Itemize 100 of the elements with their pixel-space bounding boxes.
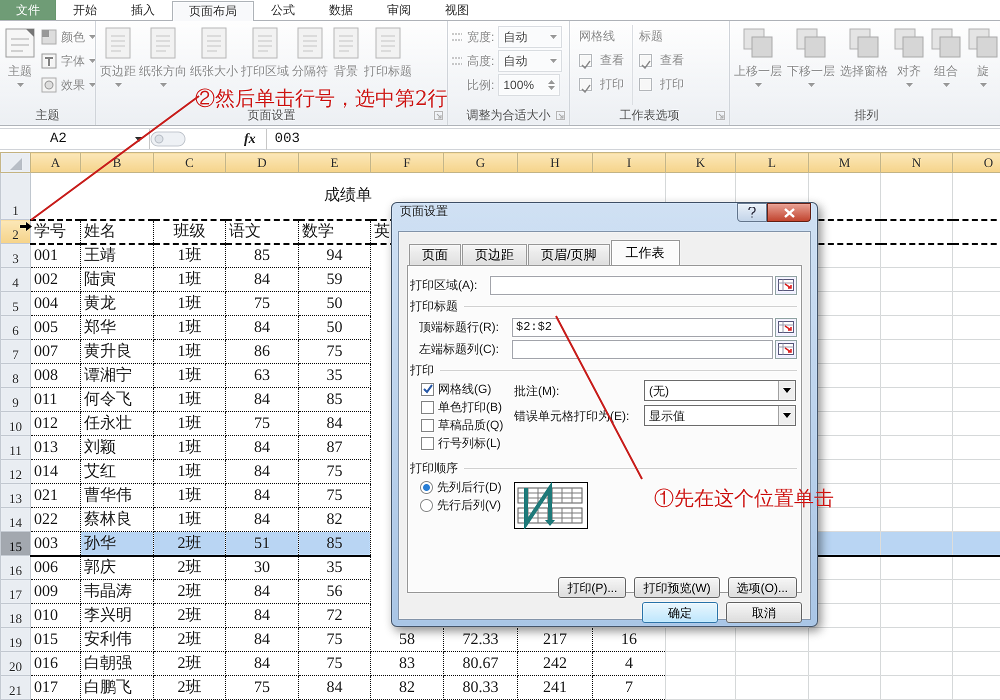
spin-field[interactable]: 100% [498, 74, 560, 96]
row-header[interactable]: 19 [0, 628, 30, 652]
checkbox[interactable] [639, 54, 652, 66]
dialog-button[interactable]: 取消 [726, 602, 802, 623]
row-header[interactable]: 13 [0, 484, 30, 508]
checkbox[interactable] [421, 436, 434, 450]
table-cell: 2班 [154, 556, 226, 580]
column-header[interactable]: F [370, 152, 444, 172]
row-header[interactable]: 21 [0, 676, 30, 700]
dropdown-field[interactable]: (无) [644, 380, 796, 401]
column-header[interactable]: O [952, 152, 1000, 172]
dialog-tab[interactable]: 页边距 [462, 244, 527, 265]
table-cell: 1班 [154, 268, 226, 292]
dialog-button[interactable]: 打印(P)... [558, 577, 626, 598]
dropdown-field[interactable]: 自动 [498, 50, 562, 72]
launcher-icon[interactable] [434, 111, 443, 120]
column-header[interactable]: A [30, 152, 80, 172]
column-header[interactable]: E [298, 152, 370, 172]
dropdown-field[interactable]: 显示值 [644, 405, 796, 426]
column-header[interactable]: G [444, 152, 518, 172]
caret-icon[interactable] [135, 136, 143, 142]
ribbon-tab[interactable]: 页面布局 [172, 1, 254, 21]
ribbon-tab[interactable]: 开始 [56, 0, 114, 20]
function-label[interactable]: fx [244, 128, 256, 150]
row-header[interactable]: 9 [0, 388, 30, 412]
dialog-button[interactable]: 确定 [642, 602, 718, 623]
column-header[interactable]: I [592, 152, 666, 172]
launcher-icon[interactable] [716, 111, 725, 120]
range-select-button[interactable] [775, 340, 797, 358]
range-field[interactable]: $2:$2 [512, 318, 773, 336]
checkbox[interactable] [421, 400, 434, 414]
table-cell: 2班 [154, 652, 226, 676]
radio-button[interactable] [420, 480, 433, 494]
table-cell: 75 [298, 460, 370, 484]
row-header[interactable]: 11 [0, 436, 30, 460]
column-header[interactable]: C [154, 152, 226, 172]
row-header[interactable]: 12 [0, 460, 30, 484]
checkbox[interactable] [421, 418, 434, 432]
row-header[interactable]: 6 [0, 316, 30, 340]
row-header[interactable]: 15 [0, 532, 30, 556]
row-header[interactable]: 3 [0, 244, 30, 268]
table-cell: 曹华伟 [80, 484, 154, 508]
table-cell: 1班 [154, 412, 226, 436]
column-header[interactable]: M [808, 152, 880, 172]
column-header[interactable]: H [518, 152, 592, 172]
dialog-button[interactable]: 选项(O)... [728, 577, 797, 598]
dialog-tab[interactable]: 页眉/页脚 [528, 244, 610, 265]
table-cell: 94 [298, 244, 370, 268]
table-cell: 安利伟 [80, 628, 154, 652]
ribbon-tab[interactable]: 插入 [114, 0, 172, 20]
row-header[interactable]: 18 [0, 604, 30, 628]
checkbox[interactable] [639, 78, 652, 90]
checkbox[interactable] [579, 54, 592, 66]
row-header[interactable]: 10 [0, 412, 30, 436]
table-cell: 59 [298, 268, 370, 292]
ribbon-tab[interactable]: 视图 [428, 0, 486, 20]
column-header[interactable]: L [736, 152, 808, 172]
checkbox[interactable] [579, 78, 592, 90]
range-select-button[interactable] [775, 276, 797, 294]
launcher-icon[interactable] [556, 111, 565, 120]
column-header[interactable]: B [80, 152, 154, 172]
ribbon-tab[interactable]: 公式 [254, 0, 312, 20]
row-header[interactable]: 8 [0, 364, 30, 388]
table-cell: 009 [30, 580, 80, 604]
column-header[interactable]: N [880, 152, 952, 172]
range-field[interactable] [512, 340, 773, 358]
close-button[interactable] [767, 203, 811, 222]
row-header[interactable]: 7 [0, 340, 30, 364]
column-header[interactable]: D [226, 152, 298, 172]
table-cell: 75 [298, 628, 370, 652]
radio-button[interactable] [420, 498, 433, 512]
help-button[interactable] [737, 203, 767, 222]
table-cell: 84 [226, 268, 298, 292]
dropdown-field[interactable]: 自动 [498, 26, 562, 48]
select-all-corner[interactable] [0, 152, 30, 172]
column-header[interactable]: K [666, 152, 736, 172]
row-header[interactable]: 5 [0, 292, 30, 316]
row-header[interactable]: 17 [0, 580, 30, 604]
table-cell: 75 [298, 340, 370, 364]
table-cell: 班级 [154, 220, 226, 244]
table-cell: 017 [30, 676, 80, 700]
table-cell: 85 [298, 388, 370, 412]
checkbox[interactable] [421, 382, 434, 396]
row-header[interactable]: 1 [0, 172, 30, 220]
row-header[interactable]: 2 [0, 220, 30, 244]
formula-field[interactable]: 003 [266, 128, 1000, 150]
range-select-button[interactable] [775, 318, 797, 336]
name-box[interactable]: A2 [0, 129, 150, 149]
range-field[interactable] [490, 276, 773, 294]
layers-icon [848, 27, 880, 59]
dialog-button[interactable]: 打印预览(W) [634, 577, 720, 598]
ribbon-tab[interactable]: 审阅 [370, 0, 428, 20]
row-header[interactable]: 20 [0, 652, 30, 676]
dialog-tab[interactable]: 工作表 [610, 240, 680, 265]
row-header[interactable]: 4 [0, 268, 30, 292]
table-cell: 51 [226, 532, 298, 556]
row-header[interactable]: 16 [0, 556, 30, 580]
row-header[interactable]: 14 [0, 508, 30, 532]
dialog-tab[interactable]: 页面 [409, 244, 461, 265]
ribbon-tab[interactable]: 数据 [312, 0, 370, 20]
